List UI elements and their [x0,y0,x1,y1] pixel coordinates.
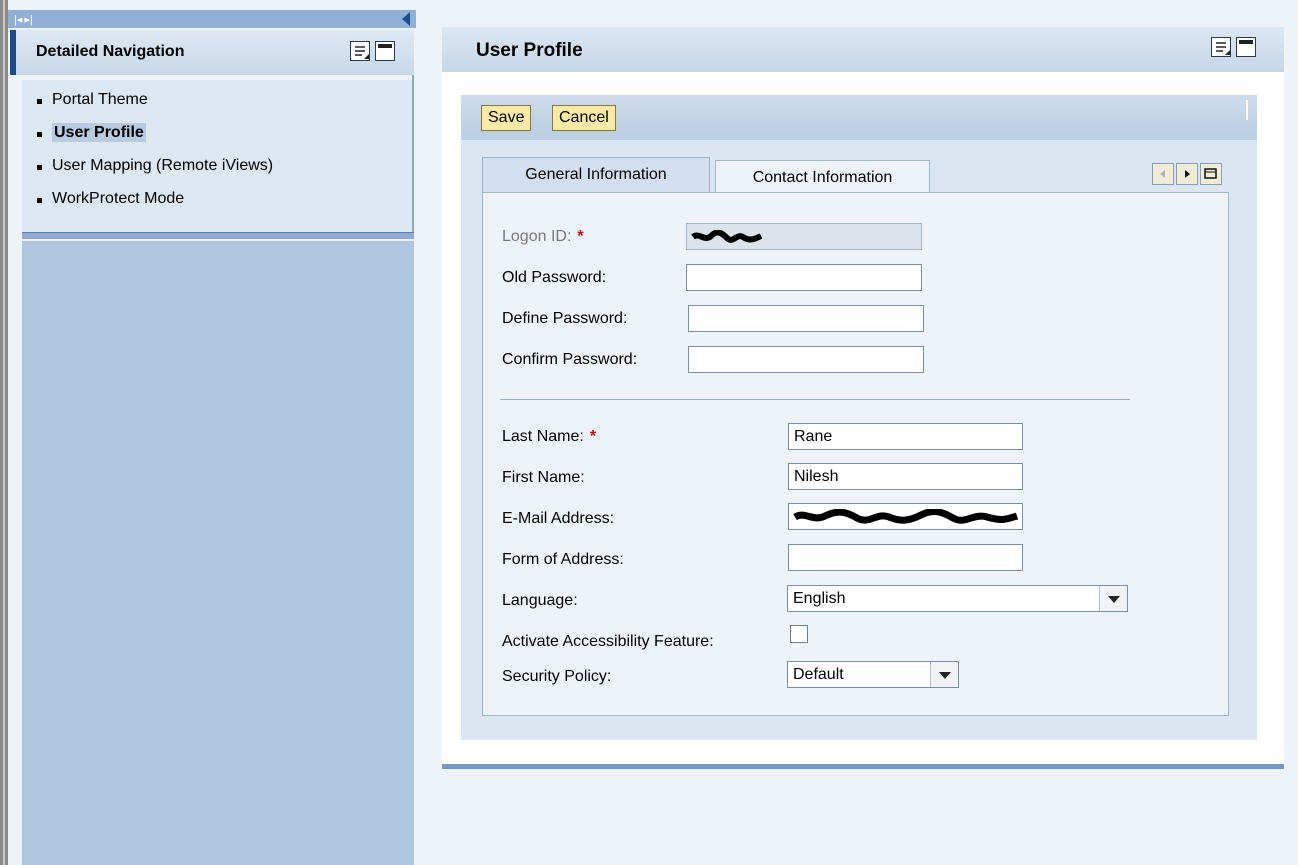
nav-empty-area [22,241,414,865]
cancel-button[interactable]: Cancel [552,105,616,131]
confirm-password-label: Confirm Password: [502,351,638,368]
language-label: Language: [502,592,578,609]
form-of-address-label: Form of Address: [502,551,624,568]
confirm-password-field[interactable] [688,346,924,373]
first-icon[interactable]: |◂ [14,13,22,26]
dropdown-arrow-icon[interactable] [930,662,958,687]
form-of-address-field[interactable] [788,544,1023,571]
page-minimize-icon[interactable] [1236,37,1256,57]
nav-separator [22,232,414,239]
page-options-icon[interactable] [1211,37,1231,57]
email-label: E-Mail Address: [502,510,615,527]
security-policy-label: Security Policy: [502,668,612,685]
collapse-panel-icon[interactable] [402,12,410,26]
language-select[interactable]: English [787,585,1128,612]
nav-item-portal-theme[interactable]: Portal Theme [34,90,414,123]
first-name-field[interactable]: Nilesh [788,463,1023,490]
logon-id-field [686,223,922,250]
page-title: User Profile [476,40,583,61]
define-password-label: Define Password: [502,310,628,327]
left-border-inner [3,0,5,865]
accessibility-label: Activate Accessibility Feature: [502,633,714,650]
tab-scroll-right-icon[interactable] [1176,163,1198,185]
save-button[interactable]: Save [481,105,532,131]
last-name-field[interactable]: Rane [788,423,1023,450]
nav-header-accent [10,30,16,75]
last-name-label: Last Name: * [502,428,597,445]
nav-list: Portal Theme User Profile User Mapping (… [22,80,414,232]
form-divider [500,399,1130,400]
nav-options-icon[interactable] [350,41,370,61]
tab-label: Contact Information [752,169,893,186]
tab-general-information[interactable]: General Information [482,157,710,193]
nav-minimize-icon[interactable] [375,41,395,61]
accessibility-checkbox[interactable] [790,625,808,643]
email-field[interactable] [788,503,1023,530]
main-bottom-border [442,764,1284,769]
navigation-collapse-bar [8,10,416,28]
security-policy-select[interactable]: Default [787,661,959,688]
toolbar-separator [1246,100,1248,120]
nav-item-workprotect-mode[interactable]: WorkProtect Mode [34,189,414,222]
define-password-field[interactable] [688,305,924,332]
tab-label: General Information [525,166,667,183]
dropdown-arrow-icon[interactable] [1099,586,1127,611]
tab-list-icon[interactable] [1200,163,1222,185]
nav-list-border [412,75,414,235]
old-password-field[interactable] [686,264,922,291]
old-password-label: Old Password: [502,269,607,286]
logon-id-label: Logon ID: * [502,228,584,245]
nav-item-user-mapping[interactable]: User Mapping (Remote iViews) [34,156,414,189]
last-icon[interactable]: ▸| [24,13,32,26]
tab-contact-information[interactable]: Contact Information [715,160,930,193]
nav-title: Detailed Navigation [36,43,185,60]
nav-item-user-profile[interactable]: User Profile [34,123,414,156]
tab-scroll-left-icon[interactable] [1152,163,1174,185]
collapse-controls[interactable]: |◂ ▸| [14,10,33,28]
first-name-label: First Name: [502,469,585,486]
